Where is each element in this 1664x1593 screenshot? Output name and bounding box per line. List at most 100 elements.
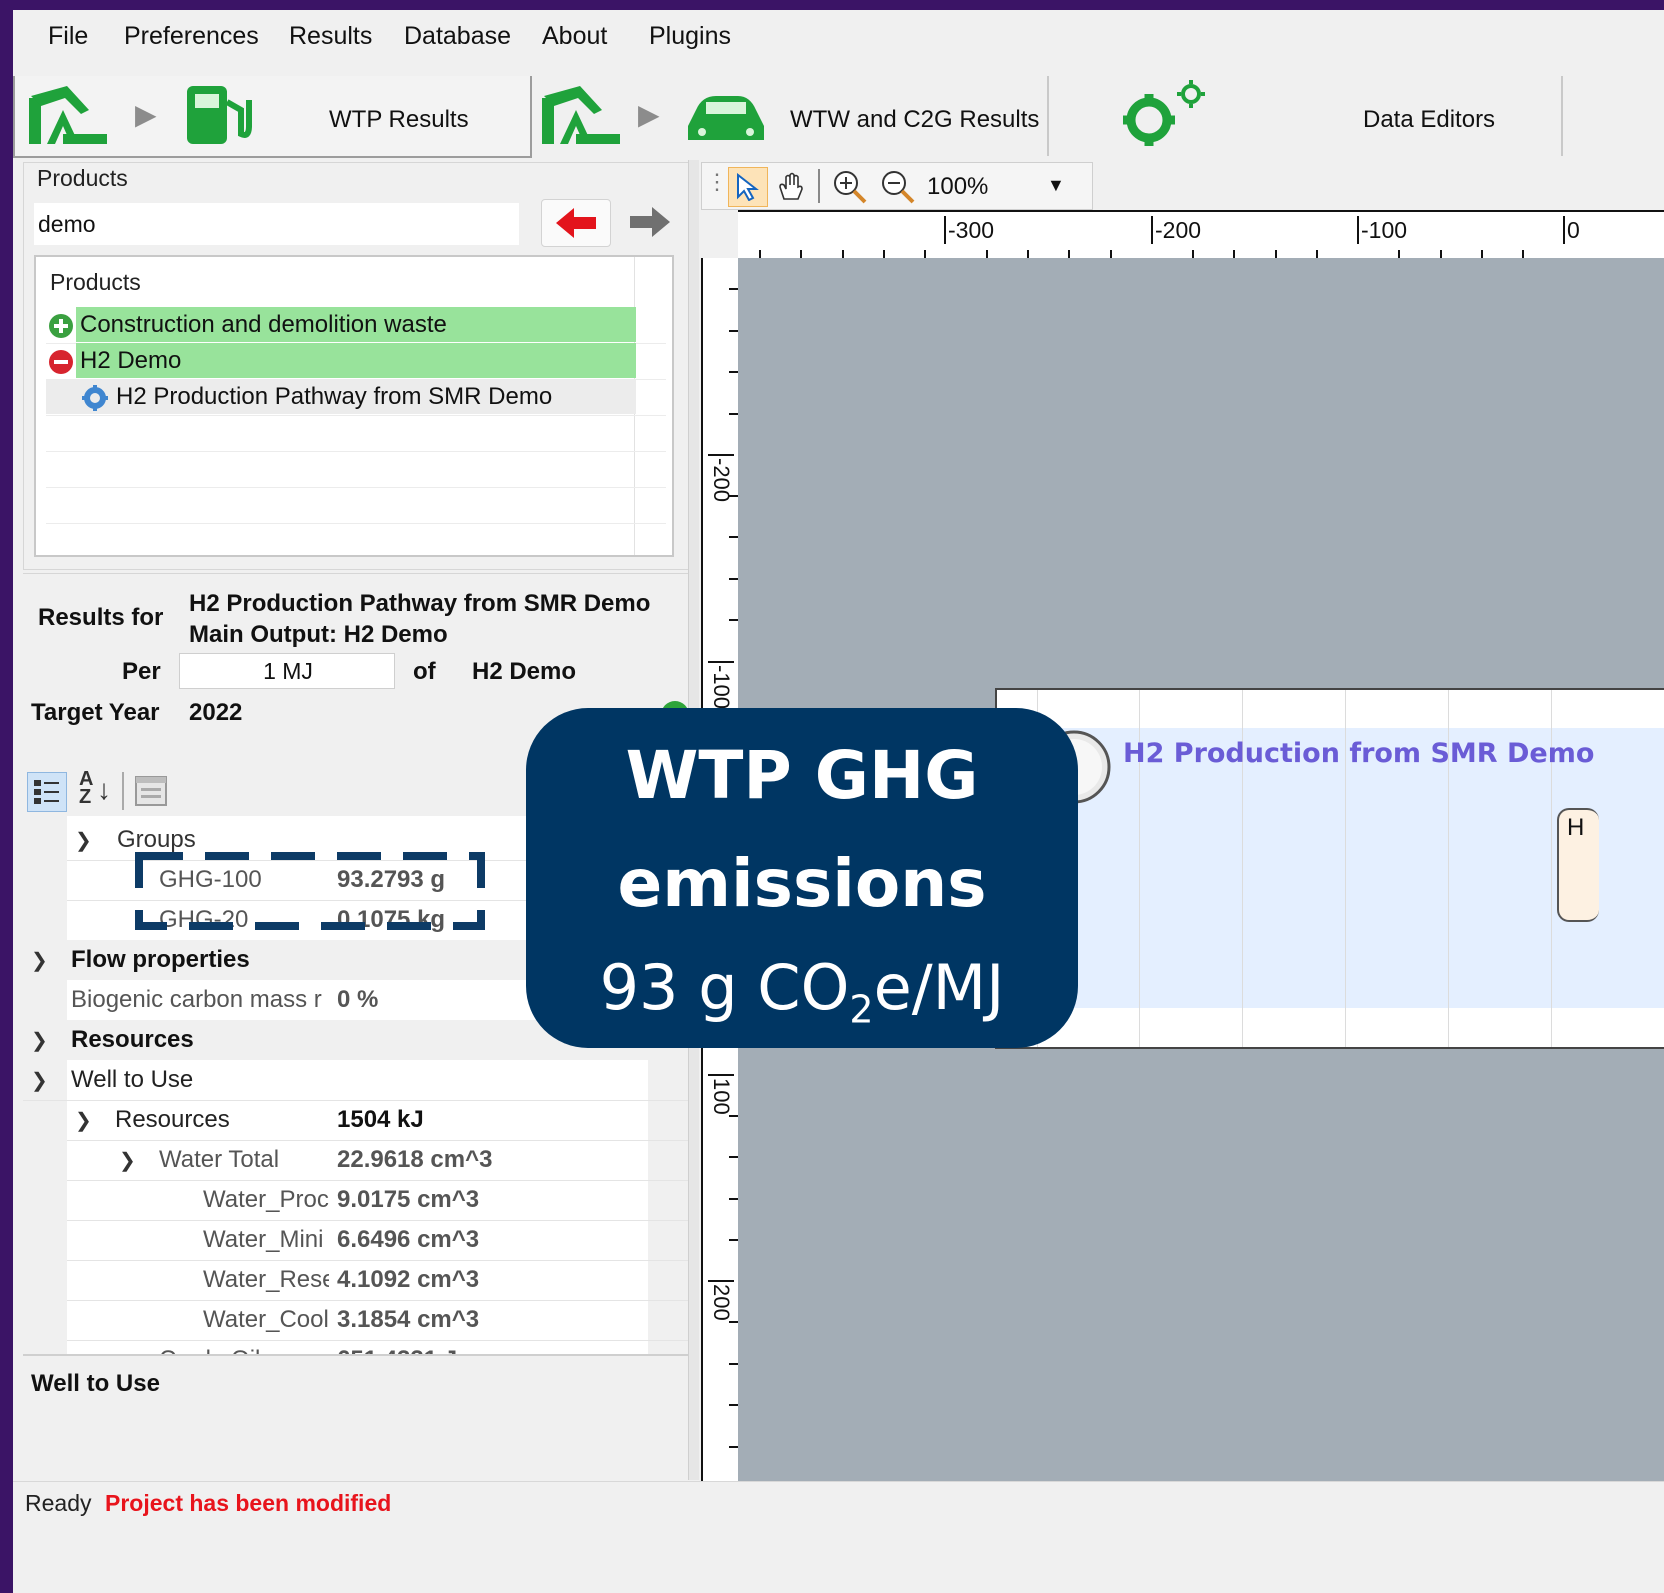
menu-about[interactable]: About xyxy=(542,22,607,51)
biogenic-name: Biogenic carbon mass r xyxy=(71,986,322,1013)
water-row-value: 6.6496 cm^3 xyxy=(337,1226,480,1253)
diagram-toolbar-area: ⋮ 100% ▼ xyxy=(701,162,1664,210)
products-group: Products Products Construction and demol… xyxy=(23,162,690,570)
products-tree-header: Products xyxy=(50,269,141,295)
water-row[interactable]: Water_Proc 9.0175 cm^3 xyxy=(67,1180,688,1221)
resources-category-label: Resources xyxy=(71,1026,194,1053)
output-node[interactable]: H xyxy=(1557,808,1599,922)
tree-empty-row xyxy=(46,415,666,452)
chevron-down-icon[interactable]: ❯ xyxy=(31,1068,48,1093)
chevron-down-icon[interactable]: ❯ xyxy=(75,828,92,853)
main-output: Main Output: H2 Demo xyxy=(189,621,448,648)
property-pages-icon[interactable] xyxy=(135,776,167,806)
resources-sub-label: Resources xyxy=(115,1106,230,1133)
wtp-results-button[interactable]: ▶ WTP Results xyxy=(13,76,532,158)
description-title: Well to Use xyxy=(31,1370,160,1397)
oil-pump-icon xyxy=(542,86,620,144)
arrow-right-icon: ▶ xyxy=(638,99,660,130)
tree-item-h2-pathway[interactable]: H2 Production Pathway from SMR Demo xyxy=(46,379,666,416)
plus-circle-icon[interactable] xyxy=(48,313,74,339)
tree-empty-row xyxy=(46,487,666,524)
callout-line2: emissions xyxy=(617,845,987,922)
back-button[interactable] xyxy=(541,199,611,247)
menu-plugins[interactable]: Plugins xyxy=(649,22,731,51)
resources-sub-row[interactable]: ❯ Resources 1504 kJ xyxy=(67,1100,688,1141)
water-row-name: Water_Proc xyxy=(203,1186,329,1213)
horizontal-ruler: -300 -200 -100 0 xyxy=(738,210,1664,260)
chevron-down-icon[interactable]: ❯ xyxy=(119,1148,136,1173)
select-tool-button[interactable] xyxy=(728,167,768,207)
description-panel: Well to Use xyxy=(23,1354,688,1480)
red-arrow-left-icon xyxy=(556,208,596,238)
pan-hand-icon[interactable] xyxy=(776,171,806,201)
wtw-c2g-results-button[interactable]: ▶ WTW and C2G Results xyxy=(532,76,1049,156)
sort-arrow-icon: ↓ xyxy=(97,774,111,805)
callout-value: 93 g CO2e/MJ xyxy=(526,950,1078,1047)
process-node-title[interactable]: H2 Production from SMR Demo xyxy=(1123,738,1594,769)
diagram-toolbar: ⋮ 100% ▼ xyxy=(701,162,1093,210)
menu-file[interactable]: File xyxy=(48,22,88,51)
water-total-row[interactable]: ❯ Water Total 22.9618 cm^3 xyxy=(67,1140,688,1181)
ruler-label: -100 xyxy=(708,661,734,709)
chevron-down-icon[interactable]: ❯ xyxy=(75,1108,92,1133)
product-search-input[interactable] xyxy=(34,203,519,245)
water-row[interactable]: Water_Rese 4.1092 cm^3 xyxy=(67,1260,688,1301)
pathway-name: H2 Production Pathway from SMR Demo xyxy=(189,590,651,617)
tree-empty-row xyxy=(46,451,666,488)
water-row-value: 3.1854 cm^3 xyxy=(337,1306,480,1333)
data-editors-button[interactable]: Data Editors xyxy=(1051,76,1563,156)
chevron-down-icon[interactable]: ❯ xyxy=(31,948,48,973)
sort-alphabetical-icon[interactable]: AZ xyxy=(79,769,93,807)
chevron-down-icon[interactable]: ❯ xyxy=(31,1028,48,1053)
wtw-c2g-label: WTW and C2G Results xyxy=(790,106,1040,133)
well-to-use-label: Well to Use xyxy=(71,1066,194,1093)
water-row[interactable]: Water_Mini 6.6496 cm^3 xyxy=(67,1220,688,1261)
tree-item-h2-demo[interactable]: H2 Demo xyxy=(46,343,666,380)
ruler-label: -100 xyxy=(1357,216,1407,244)
gears-icon xyxy=(1123,80,1205,146)
ruler-label: 100 xyxy=(708,1074,734,1115)
water-row[interactable]: Water_Cool 3.1854 cm^3 xyxy=(67,1300,688,1341)
per-amount-input[interactable] xyxy=(179,653,395,689)
of-product: H2 Demo xyxy=(472,658,577,685)
water-row-name: Water_Cool xyxy=(203,1306,329,1333)
ghg-highlight-box xyxy=(135,852,485,930)
target-year-value: 2022 xyxy=(189,699,243,726)
crude-oil-value: 651.4331 J xyxy=(337,1346,457,1354)
ruler-label: 200 xyxy=(708,1280,734,1321)
of-label: of xyxy=(413,658,436,685)
water-row-name: Water_Rese xyxy=(203,1266,329,1293)
zoom-dropdown-icon[interactable]: ▼ xyxy=(1047,175,1065,196)
menu-results[interactable]: Results xyxy=(289,22,372,51)
callout-line1: WTP GHG xyxy=(625,737,979,814)
tree-item-label: H2 Production Pathway from SMR Demo xyxy=(116,383,553,410)
zoom-in-icon[interactable] xyxy=(832,169,868,205)
water-total-value: 22.9618 cm^3 xyxy=(337,1146,493,1173)
arrow-right-icon: ▶ xyxy=(135,99,157,130)
car-icon xyxy=(688,96,764,140)
biogenic-value: 0 % xyxy=(337,986,379,1013)
results-for-label: Results for xyxy=(38,604,164,631)
ghg-emissions-callout: WTP GHG emissions 93 g CO2e/MJ xyxy=(526,708,1078,1048)
status-modified: Project has been modified xyxy=(105,1490,392,1516)
tree-item-construction-waste[interactable]: Construction and demolition waste xyxy=(46,307,666,344)
wtp-results-label: WTP Results xyxy=(329,106,469,133)
menu-preferences[interactable]: Preferences xyxy=(124,22,259,51)
zoom-out-icon[interactable] xyxy=(880,169,916,205)
menu-database[interactable]: Database xyxy=(404,22,511,51)
application-window: File Preferences Results Database About … xyxy=(13,10,1664,1593)
data-editors-label: Data Editors xyxy=(1363,106,1496,133)
products-tree: Products Construction and demolition was… xyxy=(34,255,674,557)
pathway-container[interactable]: H2 Production from SMR Demo H xyxy=(995,688,1664,1049)
crude-oil-row[interactable]: Crude Oil 651.4331 J xyxy=(67,1340,688,1354)
callout-value-prefix: 93 g CO xyxy=(599,951,850,1024)
well-to-use-row[interactable]: ❯ Well to Use xyxy=(23,1060,688,1101)
toolbar-divider xyxy=(818,169,820,203)
resources-sub-value: 1504 kJ xyxy=(337,1106,424,1133)
zoom-level[interactable]: 100% xyxy=(927,173,988,201)
categorized-view-button[interactable] xyxy=(27,772,67,812)
status-bar: Ready Project has been modified xyxy=(13,1481,1664,1522)
forward-button[interactable] xyxy=(616,199,684,245)
callout-value-suffix: e/MJ xyxy=(873,951,1005,1024)
minus-circle-icon[interactable] xyxy=(48,349,74,375)
